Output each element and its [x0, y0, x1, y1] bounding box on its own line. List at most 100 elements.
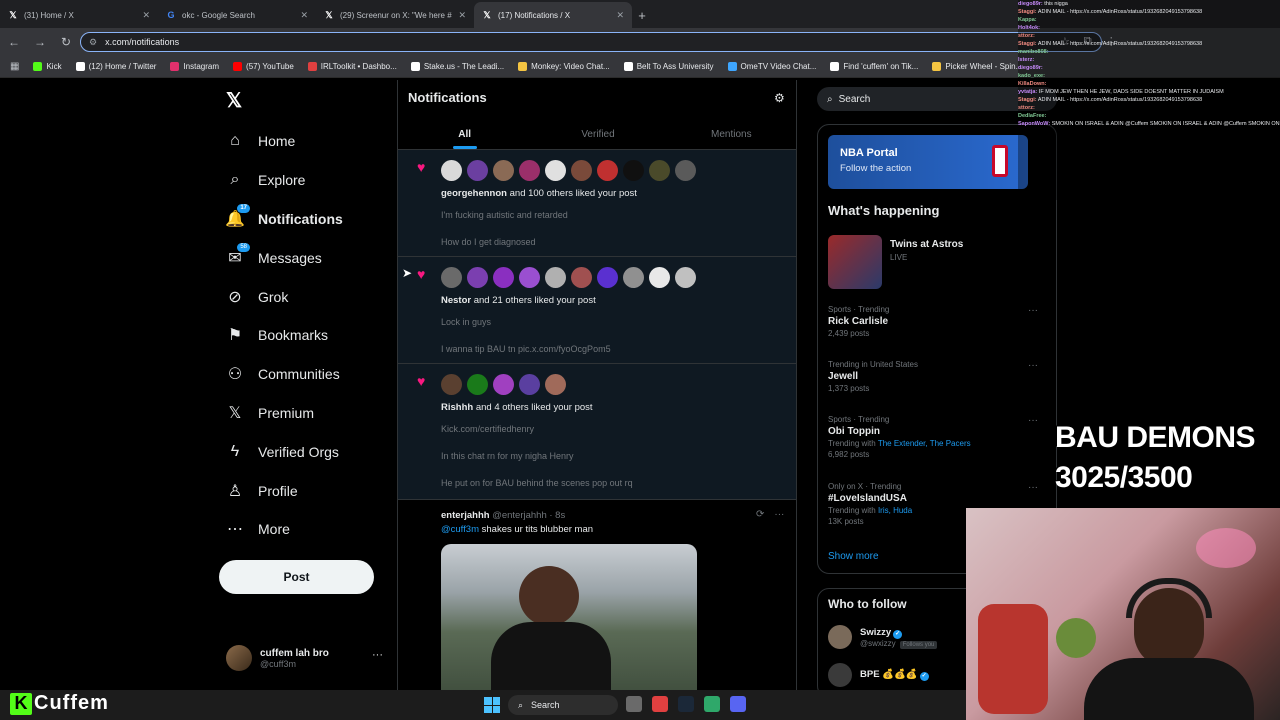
avatar[interactable] — [519, 267, 540, 288]
sidebar-item-grok[interactable]: ⊘ Grok — [226, 277, 343, 316]
grok-icon[interactable]: ⟳ — [756, 509, 764, 520]
sidebar-item-notifications[interactable]: 🔔 17 Notifications — [225, 200, 343, 239]
avatar[interactable] — [519, 160, 540, 181]
follow-suggestion[interactable]: Swizzy ✓ @swxizzy Follows you — [828, 625, 938, 649]
sidebar-item-messages[interactable]: ✉ 58 Messages — [226, 238, 343, 277]
bookmark-item[interactable]: OmeTV Video Chat... — [727, 62, 816, 71]
close-icon[interactable]: ✕ — [458, 10, 466, 21]
avatar[interactable] — [519, 374, 540, 395]
x-logo-icon[interactable]: 𝕏 — [226, 88, 242, 113]
tab-verified[interactable]: Verified — [531, 120, 664, 149]
windows-start-icon[interactable] — [484, 697, 500, 713]
more-icon[interactable]: ··· — [372, 649, 383, 661]
live-event-thumbnail[interactable] — [828, 235, 882, 289]
notification-item[interactable]: ♥ Rishhh and 4 others liked your post Kick… — [398, 364, 796, 500]
more-icon[interactable]: ··· — [1028, 360, 1038, 371]
avatar[interactable] — [649, 267, 670, 288]
avatar[interactable] — [493, 160, 514, 181]
app-icon[interactable] — [704, 696, 720, 712]
avatar[interactable] — [545, 267, 566, 288]
bookmark-item[interactable]: Picker Wheel - Spin... — [932, 62, 1022, 71]
tweet-author[interactable]: enterjahhh — [441, 510, 490, 521]
avatar[interactable] — [441, 267, 462, 288]
more-icon[interactable]: ··· — [1028, 415, 1038, 426]
avatar[interactable] — [623, 160, 644, 181]
bookmark-item[interactable]: Find 'cuffem' on Tik... — [830, 62, 918, 71]
sidebar-item-communities[interactable]: ⚇ Communities — [226, 355, 343, 394]
notification-actor[interactable]: Rishhh — [441, 402, 473, 413]
avatar[interactable] — [649, 160, 670, 181]
post-button[interactable]: Post — [219, 560, 374, 594]
bookmark-item[interactable]: (57) YouTube — [233, 62, 294, 71]
bookmark-item[interactable]: Monkey: Video Chat... — [518, 62, 610, 71]
notification-actor[interactable]: georgehennon — [441, 188, 507, 199]
browser-tab[interactable]: 𝕏 (31) Home / X ✕ — [0, 2, 158, 28]
tab-all[interactable]: All — [398, 120, 531, 149]
mention-link[interactable]: @cuff3m — [441, 524, 479, 535]
apps-icon[interactable]: ▦ — [10, 61, 19, 72]
bookmark-item[interactable]: (12) Home / Twitter — [75, 62, 156, 71]
avatar[interactable] — [571, 160, 592, 181]
bookmark-item[interactable]: Stake.us - The Leadi... — [410, 62, 504, 71]
avatar[interactable] — [467, 267, 488, 288]
follow-suggestion[interactable]: BPE 💰💰💰 ✓ — [828, 663, 929, 687]
bookmark-item[interactable]: Instagram — [170, 62, 219, 71]
trend-related-links[interactable]: Iris, Huda — [878, 506, 912, 515]
bookmark-item[interactable]: Kick — [33, 62, 62, 71]
close-icon[interactable]: ✕ — [300, 10, 308, 21]
browser-tab[interactable]: Gokc - Google Search ✕ — [158, 2, 316, 28]
browser-tab[interactable]: 𝕏 (29) Screenur on X: "We here # ✕ — [316, 2, 474, 28]
reload-icon[interactable]: ↻ — [58, 35, 74, 49]
avatar[interactable] — [545, 374, 566, 395]
tweet-video[interactable] — [441, 544, 697, 690]
url-field[interactable]: ⚙ x.com/notifications — [80, 32, 1102, 52]
discord-icon[interactable] — [730, 696, 746, 712]
new-tab-icon[interactable]: + — [632, 2, 652, 28]
avatar[interactable] — [597, 160, 618, 181]
close-icon[interactable]: ✕ — [616, 10, 624, 21]
back-icon[interactable]: ← — [6, 35, 22, 49]
trend-item[interactable]: Trending in United States Jewell 1,373 pos… — [828, 360, 1048, 393]
sidebar-item-home[interactable]: ⌂ Home — [226, 122, 343, 161]
browser-tab[interactable]: 𝕏 (17) Notifications / X ✕ — [474, 2, 632, 28]
avatar[interactable] — [623, 267, 644, 288]
trend-item[interactable]: Sports · Trending Rick Carlisle 2,439 post… — [828, 305, 1048, 338]
notification-actor[interactable]: Nestor — [441, 295, 471, 306]
sidebar-item-verified-orgs[interactable]: ϟ Verified Orgs — [226, 432, 343, 471]
site-info-icon[interactable]: ⚙ — [89, 37, 97, 48]
avatar[interactable] — [467, 374, 488, 395]
chrome-icon[interactable] — [652, 696, 668, 712]
avatar[interactable] — [441, 160, 462, 181]
notification-item[interactable]: ♥ Nestor and 21 others liked your post Loc… — [398, 257, 796, 364]
avatar[interactable] — [493, 374, 514, 395]
avatar[interactable] — [545, 160, 566, 181]
sidebar-item-more[interactable]: ⋯ More — [226, 510, 343, 549]
live-event-title[interactable]: Twins at Astros — [890, 239, 963, 250]
avatar[interactable] — [675, 160, 696, 181]
avatar[interactable] — [597, 267, 618, 288]
nba-promo-card[interactable]: NBA Portal Follow the action — [828, 135, 1028, 189]
forward-icon[interactable]: → — [32, 35, 48, 49]
bookmark-item[interactable]: Belt To Ass University — [623, 62, 714, 71]
close-icon[interactable]: ✕ — [142, 10, 150, 21]
sidebar-item-premium[interactable]: 𝕏 Premium — [226, 394, 343, 433]
more-icon[interactable]: ··· — [1028, 305, 1038, 316]
more-icon[interactable]: ··· — [1028, 482, 1038, 493]
account-switcher[interactable]: cuffem lah bro @cuff3m ··· — [226, 645, 386, 671]
avatar[interactable] — [675, 267, 696, 288]
more-icon[interactable]: ··· — [774, 509, 784, 520]
gear-icon[interactable]: ⚙ — [774, 91, 785, 105]
sidebar-item-profile[interactable]: ♙ Profile — [226, 471, 343, 510]
tweet[interactable]: enterjahhh @enterjahhh · 8s ⟳ ··· @cuff3… — [398, 500, 796, 690]
avatar[interactable] — [493, 267, 514, 288]
sidebar-item-explore[interactable]: ⌕ Explore — [226, 161, 343, 200]
trend-item[interactable]: Sports · Trending Obi Toppin Trending with… — [828, 415, 1048, 459]
taskbar-search[interactable]: ⌕ Search — [508, 695, 618, 715]
avatar[interactable] — [441, 374, 462, 395]
notification-item[interactable]: ♥ georgehennon and 100 others liked your … — [398, 150, 796, 257]
bookmark-item[interactable]: IRLToolkit • Dashbo... — [307, 62, 397, 71]
show-more-link[interactable]: Show more — [828, 551, 879, 562]
avatar[interactable] — [467, 160, 488, 181]
sidebar-item-bookmarks[interactable]: ⚑ Bookmarks — [226, 316, 343, 355]
trend-related-links[interactable]: The Extender, The Pacers — [878, 439, 971, 448]
